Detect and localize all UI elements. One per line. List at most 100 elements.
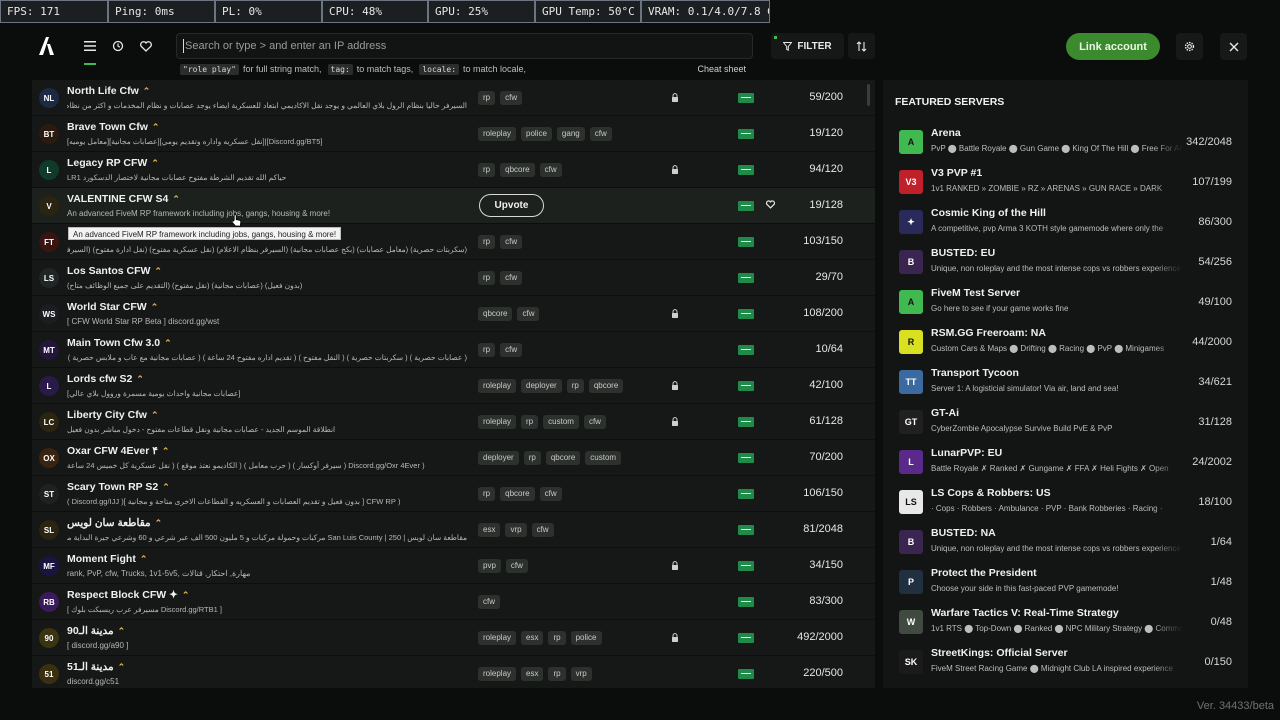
tag-chip[interactable]: cfw bbox=[539, 163, 562, 177]
link-account-button[interactable]: Link account bbox=[1066, 33, 1160, 60]
featured-server-row[interactable]: R RSM.GG Freeroam: NA Custom Cars & Maps ⬤… bbox=[883, 322, 1248, 362]
featured-server-row[interactable]: P Protect the President Choose your side i… bbox=[883, 562, 1248, 602]
featured-server-row[interactable]: W Warfare Tactics V: Real-Time Strategy 1v… bbox=[883, 602, 1248, 642]
tag-chip[interactable]: cfw bbox=[517, 307, 540, 321]
featured-server-row[interactable]: LS LS Cops & Robbers: US · Cops · Robbers … bbox=[883, 482, 1248, 522]
featured-server-row[interactable]: A Arena PvP ⬤ Battle Royale ⬤ Gun Game ⬤ K… bbox=[883, 122, 1248, 162]
fivem-logo-icon[interactable] bbox=[36, 35, 56, 57]
tag-chip[interactable]: custom bbox=[585, 451, 622, 465]
tag-chip[interactable]: vrp bbox=[570, 667, 592, 681]
tag-chip[interactable]: esx bbox=[478, 523, 501, 537]
server-tags: roleplay deployer rp qbcore bbox=[478, 379, 624, 393]
settings-button[interactable] bbox=[1176, 33, 1203, 60]
tag-chip[interactable]: cfw bbox=[539, 487, 562, 501]
server-list-scrollbar[interactable] bbox=[867, 84, 870, 106]
server-row[interactable]: V VALENTINE CFW S4 ⌃ An advanced FiveM RP f… bbox=[32, 188, 875, 224]
tag-chip[interactable]: rp bbox=[478, 91, 496, 105]
tag-chip[interactable]: vrp bbox=[505, 523, 527, 537]
server-row[interactable]: SL مقاطعة سان لويس ⌃ مقاطعة سان لويس | San … bbox=[32, 512, 875, 548]
tag-chip[interactable]: rp bbox=[566, 379, 584, 393]
featured-player-count: 86/300 bbox=[1198, 216, 1232, 228]
tag-chip[interactable]: cfw bbox=[478, 595, 500, 609]
tag-chip[interactable]: qbcore bbox=[588, 379, 624, 393]
featured-server-row[interactable]: GT GT-Ai CyberZombie Apocalypse Survive Bu… bbox=[883, 402, 1248, 442]
featured-server-logo: W bbox=[899, 610, 923, 634]
server-row[interactable]: MF Moment Fight ⌃ rank, PvP, cfw, Trucks, 1… bbox=[32, 548, 875, 584]
tag-chip[interactable]: roleplay bbox=[478, 127, 517, 141]
server-row[interactable]: LS Los Santos CFW ⌃ (بدون فعيل) (عصابات مجا… bbox=[32, 260, 875, 296]
featured-server-row[interactable]: L LunarPVP: EU Battle Royale ✗ Ranked ✗ Gu… bbox=[883, 442, 1248, 482]
featured-server-description: Go here to see if your game works fine bbox=[931, 304, 1069, 313]
tag-chip[interactable]: rp bbox=[548, 631, 566, 645]
tag-chip[interactable]: qbcore bbox=[545, 451, 581, 465]
tag-chip[interactable]: cfw bbox=[589, 127, 612, 141]
tag-chip[interactable]: rp bbox=[478, 271, 496, 285]
server-list[interactable]: NL North Life Cfw ⌃ السيرفر حاليا بنظام الر… bbox=[32, 80, 875, 688]
tag-chip[interactable]: pvp bbox=[478, 559, 501, 573]
tag-chip[interactable]: cfw bbox=[500, 343, 523, 357]
tag-chip[interactable]: roleplay bbox=[478, 379, 517, 393]
tag-chip[interactable]: qbcore bbox=[500, 163, 535, 177]
featured-server-row[interactable]: B BUSTED: EU Unique, non roleplay and the … bbox=[883, 242, 1248, 282]
tag-chip[interactable]: rp bbox=[478, 343, 496, 357]
server-row[interactable]: L Lords cfw S2 ⌃ [عصابات مجانية واحداث يومي… bbox=[32, 368, 875, 404]
server-row[interactable]: 90 مدينة الـ90 ⌃ [ discord.gg/a90 ] roleplay… bbox=[32, 620, 875, 656]
upvote-button[interactable]: Upvote bbox=[479, 194, 544, 217]
featured-server-row[interactable]: ✦ Cosmic King of the Hill A competitive, p… bbox=[883, 202, 1248, 242]
server-list-nav-icon[interactable] bbox=[81, 37, 99, 65]
search-input[interactable] bbox=[177, 34, 752, 58]
tag-chip[interactable]: police bbox=[570, 631, 602, 645]
tag-chip[interactable]: rp bbox=[478, 235, 496, 249]
favorite-heart-icon[interactable] bbox=[766, 200, 775, 209]
server-row[interactable]: OX Oxar CFW 4Ever ۴ ⌃ ( Discord.gg/Oxr 4Eve… bbox=[32, 440, 875, 476]
tag-chip[interactable]: cfw bbox=[531, 523, 554, 537]
tag-chip[interactable]: cfw bbox=[500, 271, 523, 285]
server-row[interactable]: LC Liberty City Cfw ⌃ انطلاقة الموسم الجديد… bbox=[32, 404, 875, 440]
server-row[interactable]: MT Main Town Cfw 3.0 ⌃ ( عصابات حصرية ) ( س… bbox=[32, 332, 875, 368]
tag-chip[interactable]: roleplay bbox=[478, 631, 517, 645]
featured-server-row[interactable]: B BUSTED: NA Unique, non roleplay and the … bbox=[883, 522, 1248, 562]
tag-chip[interactable]: cfw bbox=[500, 235, 523, 249]
tag-chip[interactable]: rp bbox=[548, 667, 566, 681]
server-row[interactable]: 51 مدينة الـ51 ⌃ discord.gg/c51 roleplay esx r… bbox=[32, 656, 875, 688]
server-row[interactable]: BT Brave Town Cfw ⌃ [Discord.gg/BT5]|[نقل ع… bbox=[32, 116, 875, 152]
search-bar[interactable] bbox=[176, 33, 753, 59]
cheat-sheet-link[interactable]: Cheat sheet bbox=[697, 64, 746, 74]
tag-chip[interactable]: police bbox=[521, 127, 552, 141]
server-row[interactable]: NL North Life Cfw ⌃ السيرفر حاليا بنظام الر… bbox=[32, 80, 875, 116]
server-row[interactable]: WS World Star CFW ⌃ [ CFW World Star RP Bet… bbox=[32, 296, 875, 332]
tag-chip[interactable]: rp bbox=[521, 415, 539, 429]
tag-chip[interactable]: esx bbox=[521, 631, 544, 645]
tag-chip[interactable]: qbcore bbox=[478, 307, 513, 321]
featured-server-row[interactable]: V3 V3 PVP #1 1v1 RANKED » ZOMBIE » RZ » AR… bbox=[883, 162, 1248, 202]
server-name: Lords cfw S2 ⌃ bbox=[67, 373, 144, 385]
tag-chip[interactable]: rp bbox=[478, 487, 496, 501]
tag-chip[interactable]: esx bbox=[521, 667, 544, 681]
tag-chip[interactable]: gang bbox=[556, 127, 585, 141]
tag-chip[interactable]: cfw bbox=[500, 91, 523, 105]
server-description: السيرفر حاليا بنظام الرول بلاي العالمي و… bbox=[67, 101, 467, 110]
featured-server-row[interactable]: A FiveM Test Server Go here to see if your… bbox=[883, 282, 1248, 322]
server-row[interactable]: RB Respect Block CFW ✦ ⌃ [ Discord.gg/RTB1 … bbox=[32, 584, 875, 620]
featured-server-row[interactable]: SK StreetKings: Official Server FiveM Stre… bbox=[883, 642, 1248, 682]
tag-chip[interactable]: qbcore bbox=[500, 487, 535, 501]
server-description: ( Discord.gg/Oxr 4Ever ( سيرفر أوكسار ) … bbox=[67, 461, 425, 470]
tag-chip[interactable]: cfw bbox=[583, 415, 606, 429]
favorites-nav-icon[interactable] bbox=[137, 37, 155, 55]
tag-chip[interactable]: roleplay bbox=[478, 415, 517, 429]
server-row[interactable]: L Legacy RP CFW ⌃ حياكم الله تقديم الشرطة م… bbox=[32, 152, 875, 188]
filter-button[interactable]: FILTER bbox=[771, 33, 844, 59]
history-nav-icon[interactable] bbox=[109, 37, 127, 55]
tag-chip[interactable]: rp bbox=[478, 163, 496, 177]
featured-server-row[interactable]: TT Transport Tycoon Server 1: A logisticia… bbox=[883, 362, 1248, 402]
tag-chip[interactable]: roleplay bbox=[478, 667, 517, 681]
tag-chip[interactable]: custom bbox=[543, 415, 579, 429]
server-tags: qbcore cfw bbox=[478, 307, 540, 321]
server-row[interactable]: ST Scary Town RP S2 ⌃ ( CFW RP [ بدون فعيل … bbox=[32, 476, 875, 512]
tag-chip[interactable]: deployer bbox=[521, 379, 562, 393]
tag-chip[interactable]: cfw bbox=[505, 559, 528, 573]
close-button[interactable] bbox=[1220, 33, 1247, 60]
tag-chip[interactable]: deployer bbox=[478, 451, 519, 465]
tag-chip[interactable]: rp bbox=[523, 451, 541, 465]
sort-button[interactable] bbox=[848, 33, 875, 59]
